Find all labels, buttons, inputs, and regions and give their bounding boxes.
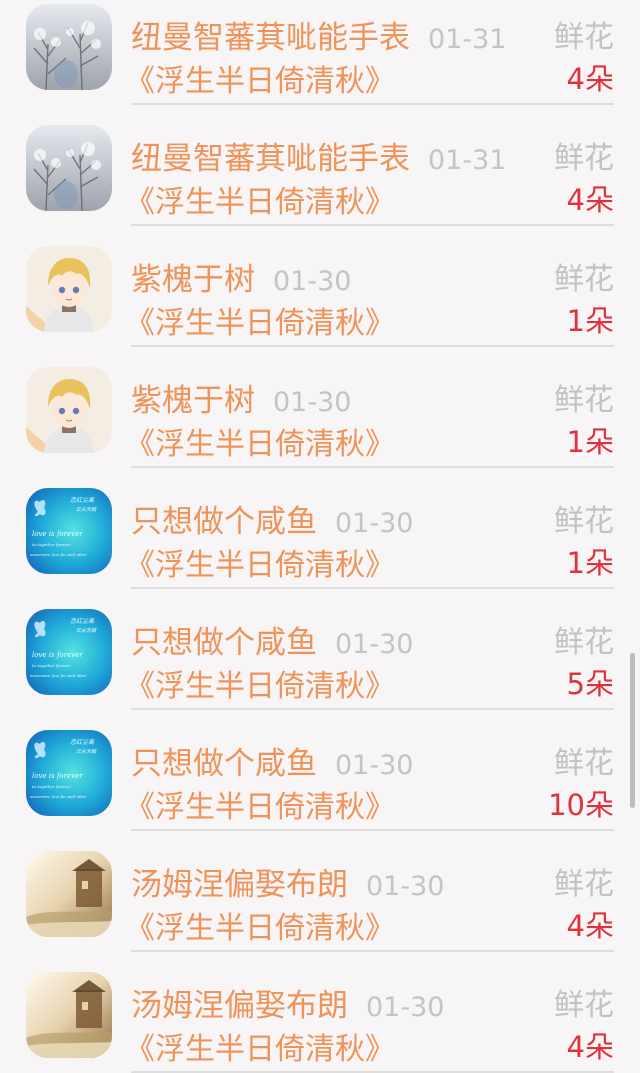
gift-type: 鲜花 — [554, 383, 614, 418]
gift-count: 1朵 — [566, 425, 614, 459]
gift-date: 01-30 — [335, 750, 414, 781]
avatar-art-text: to together forever — [32, 542, 72, 547]
gift-date: 01-30 — [273, 266, 352, 297]
gift-record-row[interactable]: 纽曼智蕃萁呲能手表 01-31 鲜花 《浮生半日倚清秋》 4朵 — [0, 105, 640, 226]
book-title[interactable]: 《浮生半日倚清秋》 — [125, 548, 395, 583]
avatar-art-text: love is forever — [32, 651, 83, 659]
avatar-art-text: to together forever — [32, 784, 72, 789]
gift-date: 01-31 — [428, 145, 507, 176]
gift-type: 鲜花 — [554, 262, 614, 297]
gift-type: 鲜花 — [554, 988, 614, 1023]
avatar-blue-butterfly[interactable]: 恋红尘离云从天赋 love is forever to together forev… — [26, 730, 112, 816]
gift-record-row[interactable]: 恋红尘离云从天赋 love is forever to together forev… — [0, 589, 640, 710]
avatar-art-text: nevermore, love for each other — [30, 795, 87, 799]
gift-count: 4朵 — [566, 1030, 614, 1064]
avatar-art-text: love is forever — [32, 530, 83, 538]
book-title[interactable]: 《浮生半日倚清秋》 — [125, 427, 395, 462]
avatar-blue-butterfly[interactable]: 恋红尘离云从天赋 love is forever to together forev… — [26, 488, 112, 574]
avatar-art-text: to together forever — [32, 663, 72, 668]
sender-name[interactable]: 汤姆涅偏娶布朗 — [131, 867, 348, 903]
sender-name[interactable]: 紫槐于树 — [131, 383, 255, 419]
gift-count: 1朵 — [566, 304, 614, 338]
gift-record-row[interactable]: 恋红尘离云从天赋 love is forever to together forev… — [0, 710, 640, 831]
gift-count: 1朵 — [566, 546, 614, 580]
gift-count: 4朵 — [566, 62, 614, 96]
avatar-art-text: 恋红尘离 — [70, 496, 95, 504]
avatar-art-text: 恋红尘离 — [70, 617, 95, 625]
avatar-anime-boy[interactable] — [26, 367, 112, 453]
book-title[interactable]: 《浮生半日倚清秋》 — [125, 790, 395, 825]
gift-date: 01-30 — [366, 871, 445, 902]
book-title[interactable]: 《浮生半日倚清秋》 — [125, 306, 395, 341]
avatar-art-text: nevermore, love for each other — [30, 674, 87, 678]
gift-type: 鲜花 — [554, 625, 614, 660]
gift-date: 01-30 — [366, 992, 445, 1023]
sender-name[interactable]: 只想做个咸鱼 — [131, 625, 317, 661]
gift-type: 鲜花 — [554, 746, 614, 781]
sender-name[interactable]: 汤姆涅偏娶布朗 — [131, 988, 348, 1024]
avatar-art-text: 恋红尘离 — [70, 738, 95, 746]
gift-type: 鲜花 — [554, 141, 614, 176]
gift-record-row[interactable]: 紫槐于树 01-30 鲜花 《浮生半日倚清秋》 1朵 — [0, 226, 640, 347]
book-title[interactable]: 《浮生半日倚清秋》 — [125, 911, 395, 946]
sender-name[interactable]: 纽曼智蕃萁呲能手表 — [131, 20, 410, 56]
gift-count: 4朵 — [566, 183, 614, 217]
book-title[interactable]: 《浮生半日倚清秋》 — [125, 669, 395, 704]
gift-count: 5朵 — [566, 667, 614, 701]
avatar-winter-tree[interactable] — [26, 4, 112, 90]
book-title[interactable]: 《浮生半日倚清秋》 — [125, 1032, 395, 1067]
scrollbar[interactable] — [630, 653, 635, 808]
avatar-art-text: nevermore, love for each other — [30, 553, 87, 557]
sender-name[interactable]: 紫槐于树 — [131, 262, 255, 298]
sender-name[interactable]: 只想做个咸鱼 — [131, 746, 317, 782]
avatar-art-text: love is forever — [32, 772, 83, 780]
gift-type: 鲜花 — [554, 867, 614, 902]
gift-record-list[interactable]: 纽曼智蕃萁呲能手表 01-31 鲜花 《浮生半日倚清秋》 4朵 纽曼智蕃萁呲能手表… — [0, 0, 640, 1073]
avatar-sepia-house[interactable] — [26, 851, 112, 937]
gift-record-row[interactable]: 恋红尘离云从天赋 love is forever to together forev… — [0, 468, 640, 589]
book-title[interactable]: 《浮生半日倚清秋》 — [125, 185, 395, 220]
gift-count: 10朵 — [548, 788, 614, 822]
gift-record-row[interactable]: 紫槐于树 01-30 鲜花 《浮生半日倚清秋》 1朵 — [0, 347, 640, 468]
avatar-art-text: 云从天赋 — [76, 748, 97, 755]
gift-record-row[interactable]: 汤姆涅偏娶布朗 01-30 鲜花 《浮生半日倚清秋》 4朵 — [0, 952, 640, 1073]
gift-record-row[interactable]: 纽曼智蕃萁呲能手表 01-31 鲜花 《浮生半日倚清秋》 4朵 — [0, 0, 640, 105]
gift-date: 01-30 — [335, 629, 414, 660]
avatar-sepia-house[interactable] — [26, 972, 112, 1058]
sender-name[interactable]: 纽曼智蕃萁呲能手表 — [131, 141, 410, 177]
avatar-winter-tree[interactable] — [26, 125, 112, 211]
gift-date: 01-30 — [335, 508, 414, 539]
sender-name[interactable]: 只想做个咸鱼 — [131, 504, 317, 540]
gift-date: 01-31 — [428, 24, 507, 55]
gift-type: 鲜花 — [554, 504, 614, 539]
gift-count: 4朵 — [566, 909, 614, 943]
gift-record-row[interactable]: 汤姆涅偏娶布朗 01-30 鲜花 《浮生半日倚清秋》 4朵 — [0, 831, 640, 952]
gift-date: 01-30 — [273, 387, 352, 418]
avatar-anime-boy[interactable] — [26, 246, 112, 332]
book-title[interactable]: 《浮生半日倚清秋》 — [125, 64, 395, 99]
avatar-art-text: 云从天赋 — [76, 627, 97, 634]
avatar-blue-butterfly[interactable]: 恋红尘离云从天赋 love is forever to together forev… — [26, 609, 112, 695]
gift-type: 鲜花 — [554, 20, 614, 55]
avatar-art-text: 云从天赋 — [76, 506, 97, 513]
